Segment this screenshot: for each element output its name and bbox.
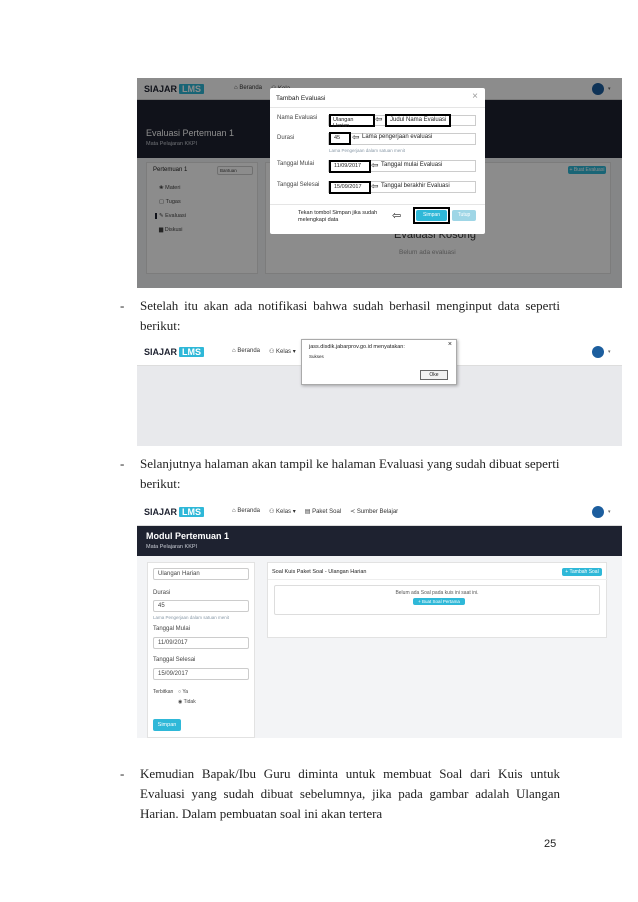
add-evaluation-modal: Tambah Evaluasi × Nama Evaluasi Ulangan … [270, 88, 485, 234]
duration-hint: Lama Pengerjaan dalam satuan menit [153, 615, 230, 620]
brand-logo: SIAJAR LMS [144, 346, 205, 357]
save-note: Tekan tombol Simpan jika sudah melengkap… [298, 210, 378, 223]
empty-message: Belum ada Soal pada kuis ini saat ini. [395, 590, 479, 596]
panel-title: Soal Kuis Paket Soal - Ulangan Harian [272, 569, 367, 575]
close-button[interactable]: Tutup [452, 210, 476, 221]
paragraph-1: - Setelah itu akan ada notifikasi bahwa … [120, 298, 560, 333]
nav-sumber-belajar[interactable]: ≺ Sumber Belajar [350, 508, 398, 515]
name-note: Judul Nama Evaluasi [385, 114, 452, 127]
start-label: Tanggal Mulai [277, 161, 315, 167]
end-note: Tanggal berakhir Evaluasi [381, 183, 450, 189]
start-date-input[interactable]: 11/09/2017 [153, 637, 249, 649]
arrow-icon: ⇦ [371, 181, 379, 191]
screenshot-success-notification: SIAJARLMS ⌂ Beranda ⚇ Kelas ▾ ▤ Pa ▾ jas… [137, 338, 622, 446]
ok-button[interactable]: Oke [420, 370, 448, 380]
add-question-button[interactable]: + Tambah Soal [562, 568, 602, 576]
duration-label: Durasi [153, 590, 171, 596]
arrow-icon: ⇦ [392, 210, 402, 222]
close-icon[interactable]: × [448, 341, 452, 348]
name-highlight: Ulangan Harian [329, 114, 375, 129]
dialog-title: jass.disdik.jabarprov.go.id menyatakan: [309, 344, 405, 350]
end-date-input[interactable]: 15/09/2017 [153, 668, 249, 680]
duration-input[interactable]: 45 [153, 600, 249, 612]
page-subtitle: Mata Pelajaran KKPI [146, 544, 198, 550]
close-icon[interactable]: × [472, 91, 478, 102]
page-title: Modul Pertemuan 1 [146, 531, 230, 541]
chevron-down-icon[interactable]: ▾ [608, 349, 611, 355]
name-input[interactable]: Ulangan Harian [153, 568, 249, 580]
nav-paket-soal[interactable]: ▤ Paket Soal [305, 508, 341, 515]
save-button[interactable]: Simpan [153, 719, 181, 731]
nav-links: ⌂ Beranda ⚇ Kelas ▾ ▤ Paket Soal ≺ Sumbe… [232, 508, 398, 515]
end-label: Tanggal Selesai [277, 182, 320, 188]
screenshot-evaluation-page: SIAJAR LMS ⌂ Beranda ⚇ Kelas ▾ ▤ Paket So… [137, 498, 622, 738]
start-label: Tanggal Mulai [153, 626, 191, 632]
name-label: Nama Evaluasi [277, 115, 318, 121]
avatar[interactable] [592, 346, 604, 358]
modal-title: Tambah Evaluasi [276, 95, 326, 102]
radio-yes[interactable]: ○ Ya [178, 689, 188, 695]
start-note: Tanggal mulai Evaluasi [381, 162, 443, 168]
end-label: Tanggal Selesai [153, 657, 196, 663]
create-first-question-button[interactable]: + Buat Soal Pertama [413, 598, 465, 605]
start-highlight: 11/09/2017 [329, 160, 371, 173]
duration-hint: Lama Pengerjaan dalam satuan menit [329, 148, 406, 153]
navbar: SIAJAR LMS ⌂ Beranda ⚇ Kelas ▾ ▤ Paket So… [137, 498, 622, 526]
arrow-icon: ⇦ [375, 114, 383, 124]
end-highlight: 15/09/2017 [329, 181, 371, 194]
duration-highlight: 45 [329, 132, 351, 145]
avatar[interactable] [592, 506, 604, 518]
evaluation-form: Ulangan Harian Durasi 45 Lama Pengerjaan… [147, 562, 255, 738]
alert-dialog: jass.disdik.jabarprov.go.id menyatakan: … [301, 339, 457, 385]
paragraph-2: - Selanjutnya halaman akan tampil ke hal… [120, 456, 560, 491]
duration-note: Lama pengerjaan evaluasi [362, 134, 433, 140]
questions-panel: Soal Kuis Paket Soal - Ulangan Harian + … [267, 562, 608, 638]
duration-label: Durasi [277, 135, 295, 141]
nav-kelas[interactable]: ⚇ Kelas ▾ [269, 348, 296, 355]
empty-box: Belum ada Soal pada kuis ini saat ini. +… [274, 585, 600, 615]
arrow-icon: ⇦ [371, 160, 379, 170]
paragraph-3: - Kemudian Bapak/Ibu Guru diminta untuk … [120, 766, 560, 821]
page-header: Modul Pertemuan 1 Mata Pelajaran KKPI [137, 526, 622, 556]
nav-kelas[interactable]: ⚇ Kelas ▾ [269, 508, 296, 515]
radio-no[interactable]: ◉ Tidak [178, 699, 196, 705]
publish-label: Terbitkan [153, 689, 174, 695]
dialog-message: Sukses [309, 354, 324, 359]
screenshot-add-evaluation: SIAJARLMS ⌂ Beranda ⚇ Kela ▾ Evaluasi Pe… [137, 78, 622, 288]
save-button[interactable]: Simpan [416, 210, 447, 221]
chevron-down-icon[interactable]: ▾ [608, 509, 611, 515]
nav-beranda[interactable]: ⌂ Beranda [232, 508, 260, 515]
arrow-icon: ⇦ [352, 132, 360, 142]
brand-logo: SIAJAR LMS [144, 506, 205, 517]
nav-beranda[interactable]: ⌂ Beranda [232, 348, 260, 355]
page-number: 25 [544, 838, 557, 850]
